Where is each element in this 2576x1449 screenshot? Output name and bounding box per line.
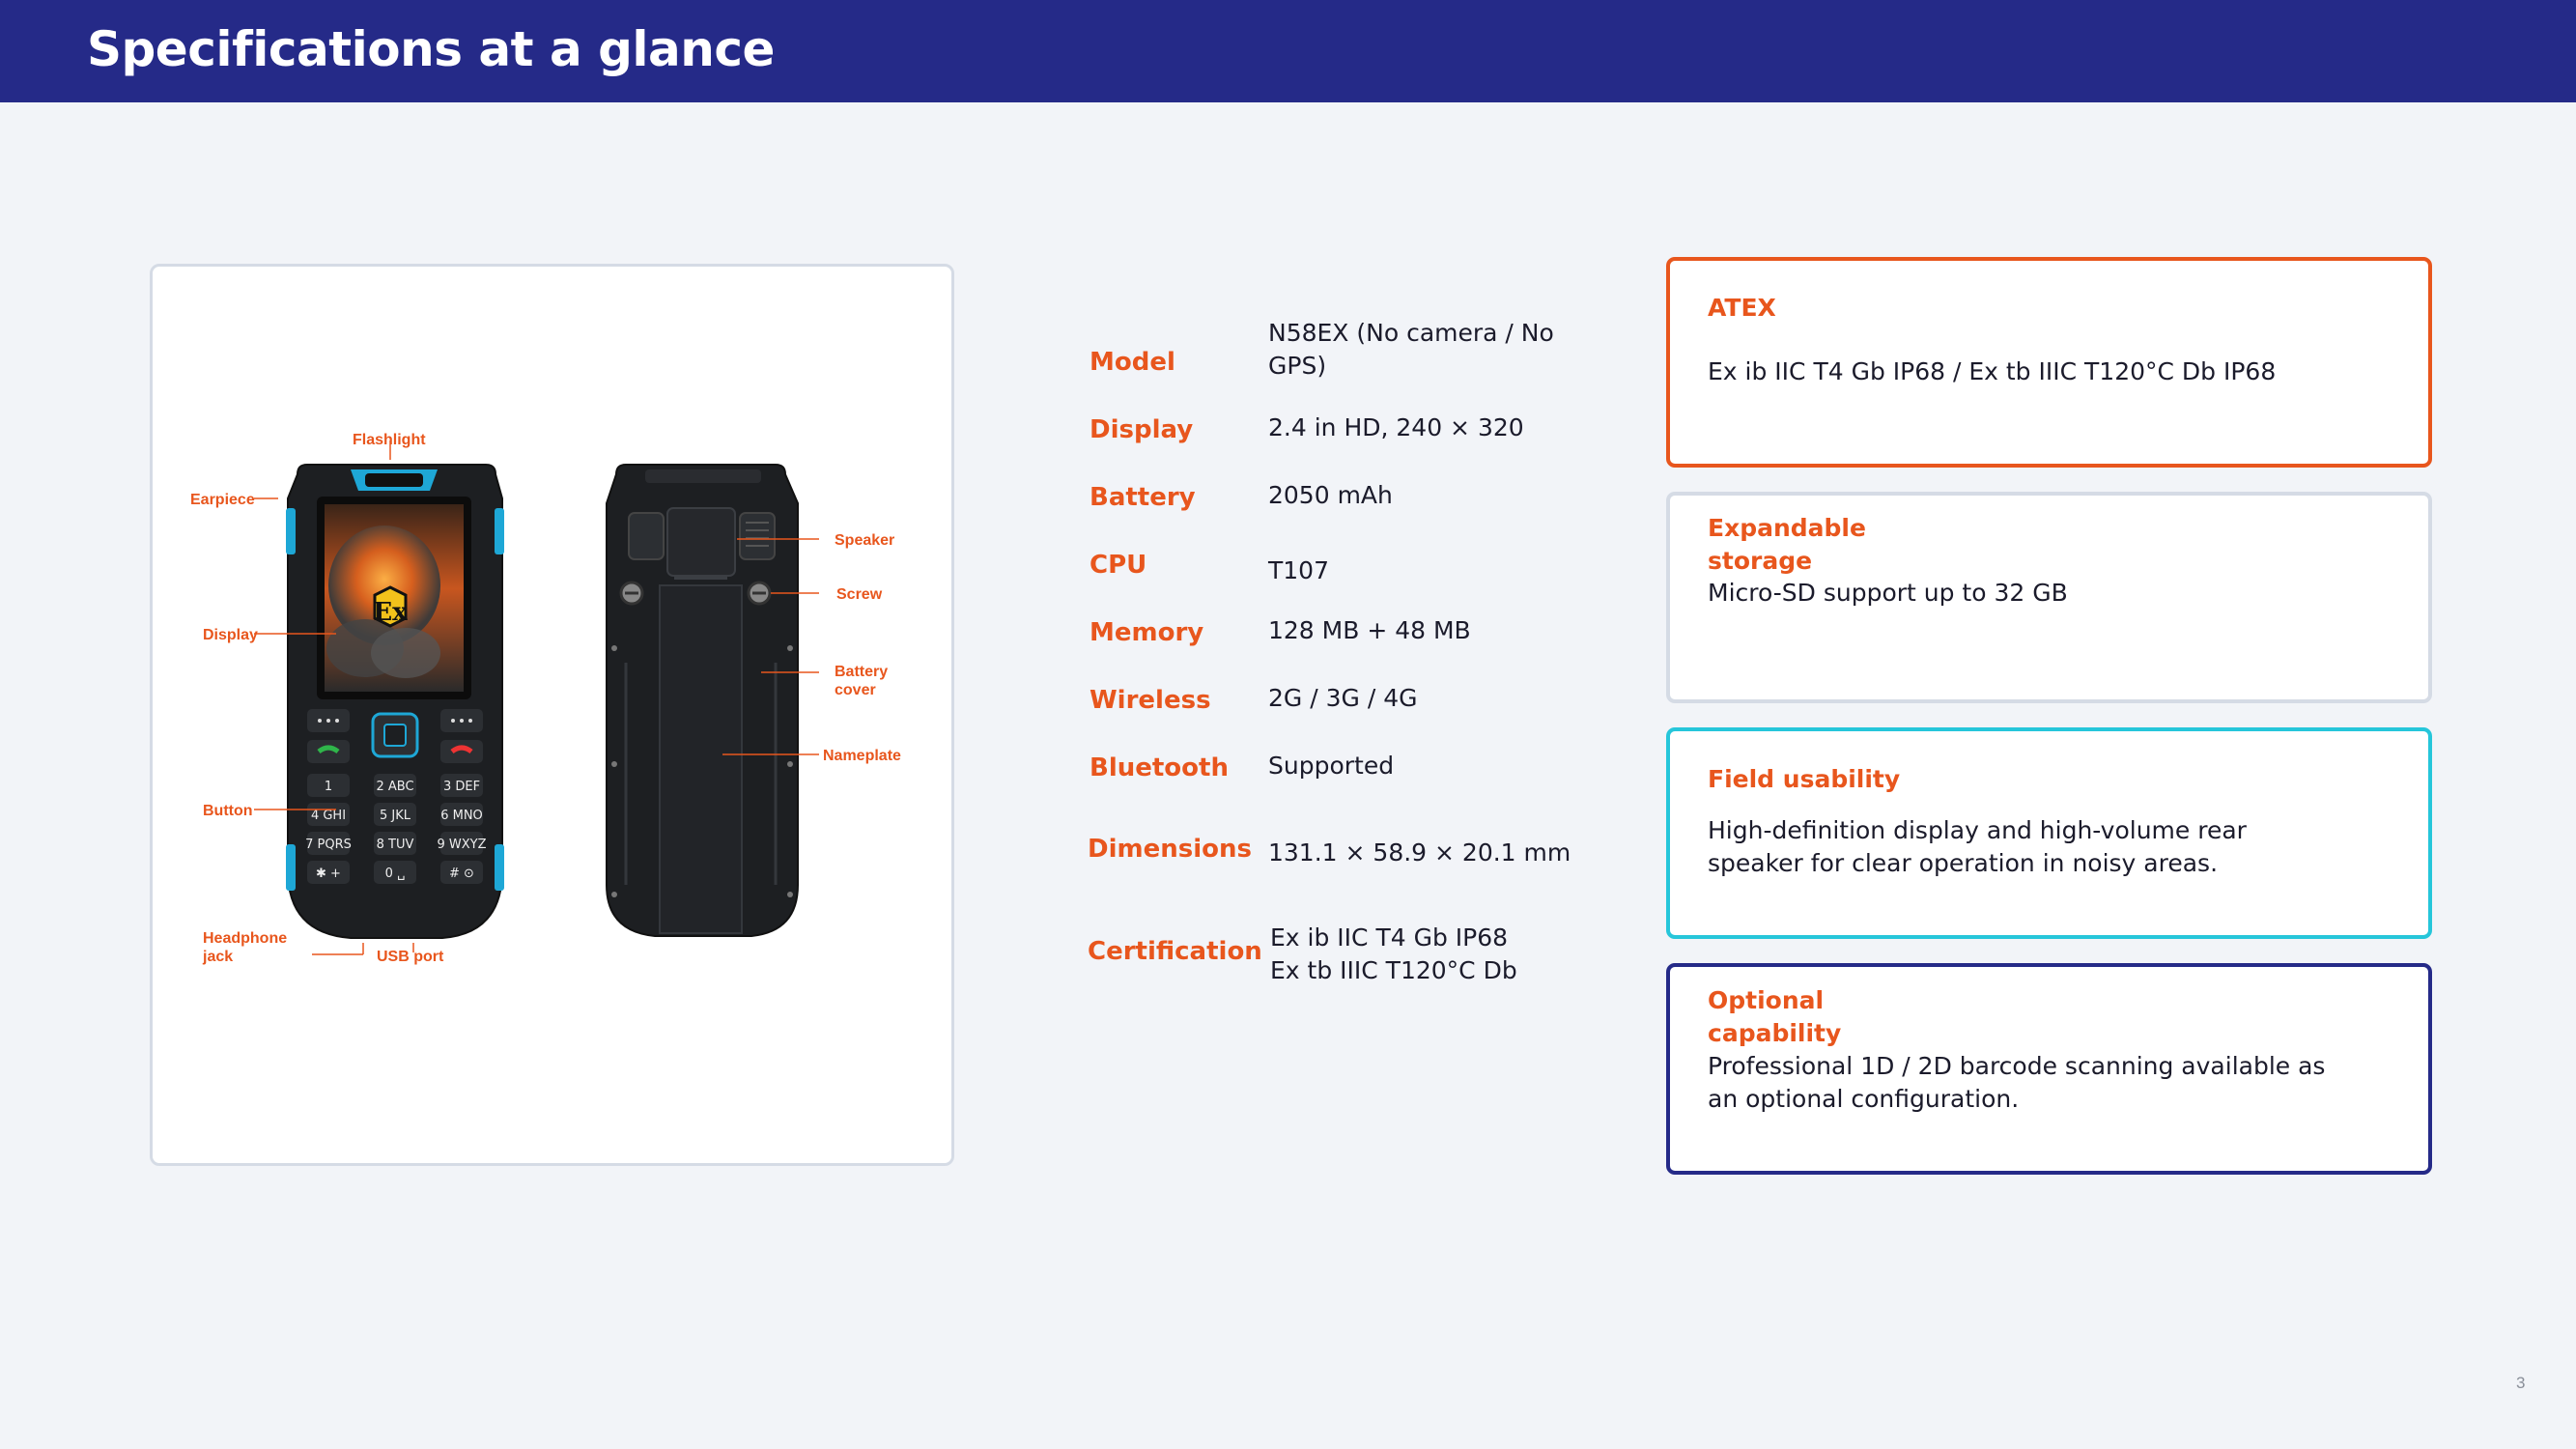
callout-earpiece: Earpiece xyxy=(190,492,255,508)
keypad-key-label: 4 GHI xyxy=(311,809,346,823)
keypad-key-label: 9 WXYZ xyxy=(437,838,486,852)
callout-button: Button xyxy=(203,803,253,819)
keypad-key-label: 7 PQRS xyxy=(305,838,352,852)
callout-usb-port: USB port xyxy=(377,949,444,965)
spec-value: N58EX (No camera / No GPS) xyxy=(1268,319,1554,380)
callout-flashlight: Flashlight xyxy=(353,432,426,448)
page-title: Specifications at a glance xyxy=(87,21,775,77)
keypad-key-label: # ⊙ xyxy=(449,867,474,881)
spec-value: 2.4 in HD, 240 × 320 xyxy=(1268,413,1524,441)
spec-label: CPU xyxy=(1090,551,1147,580)
callout-headphone-jack: Headphone jack xyxy=(203,930,288,965)
callout-display: Display xyxy=(203,627,258,643)
callout-battery-cover: Battery cover xyxy=(835,664,889,698)
feature-optional-capability: Optional capability Professional 1D / 2D… xyxy=(1666,963,2432,1175)
feature-body: Micro-SD support up to 32 GB xyxy=(1708,579,2068,607)
spec-label: Bluetooth xyxy=(1090,753,1229,782)
feature-field-usability: Field usability High-definition display … xyxy=(1666,727,2432,939)
spec-label: Display xyxy=(1090,415,1194,444)
spec-label: Memory xyxy=(1090,618,1204,647)
feature-atex: ATEX Ex ib IIC T4 Gb IP68 / Ex tb IIIC T… xyxy=(1666,257,2432,468)
callout-speaker: Speaker xyxy=(835,532,895,549)
keypad-key-label: ✱ + xyxy=(316,867,341,881)
spec-value: 128 MB + 48 MB xyxy=(1268,616,1471,644)
spec-value: 2G / 3G / 4G xyxy=(1268,684,1418,712)
spec-label: Model xyxy=(1090,348,1175,377)
keypad-key-label: 3 DEF xyxy=(443,780,480,794)
feature-title: Field usability xyxy=(1708,765,1901,793)
callout-screw: Screw xyxy=(836,586,883,603)
spec-label: Wireless xyxy=(1090,686,1211,715)
keypad-key-label: 8 TUV xyxy=(377,838,414,852)
keypad-key-label: 2 ABC xyxy=(376,780,413,794)
feature-title: Expandable storage xyxy=(1708,514,1866,575)
phone-back xyxy=(606,464,799,937)
feature-title: Optional capability xyxy=(1708,986,1842,1047)
feature-body: High-definition display and high-volume … xyxy=(1708,816,2247,877)
phone-front: Ex 1 2 ABC 3 DEF 4 GHI 5 JKL 6 MNO 7 PQRS 8 TUV… xyxy=(286,464,504,939)
keypad-key-label: 6 MNO xyxy=(440,809,483,823)
phone-diagram-card: Ex 1 2 ABC 3 DEF 4 GHI 5 JKL 6 MNO 7 PQRS 8 TUV… xyxy=(150,264,954,1166)
spec-value: 2050 mAh xyxy=(1268,481,1393,509)
spec-label: Certification xyxy=(1088,937,1262,966)
spec-label: Battery xyxy=(1090,483,1196,512)
keypad-key-label: 1 xyxy=(325,780,332,794)
ex-mark-text: Ex xyxy=(373,598,408,627)
spec-value: 131.1 × 58.9 × 20.1 mm xyxy=(1268,838,1571,867)
feature-body: Ex ib IIC T4 Gb IP68 / Ex tb IIIC T120°C… xyxy=(1708,357,2277,385)
feature-expandable-storage: Expandable storage Micro-SD support up t… xyxy=(1666,492,2432,703)
spec-value-line2: Ex tb IIIC T120°C Db xyxy=(1270,956,1517,984)
phone-diagram: Ex 1 2 ABC 3 DEF 4 GHI 5 JKL 6 MNO 7 PQRS 8 TUV… xyxy=(254,440,819,955)
spec-value: Supported xyxy=(1268,752,1395,780)
title-bar: Specifications at a glance xyxy=(0,0,2576,102)
feature-body: Professional 1D / 2D barcode scanning av… xyxy=(1708,1052,2326,1113)
spec-label: Dimensions xyxy=(1088,835,1252,864)
spec-value-line1: Ex ib IIC T4 Gb IP68 xyxy=(1270,923,1509,952)
page-number: 3 xyxy=(2516,1374,2526,1392)
callout-nameplate: Nameplate xyxy=(823,748,901,764)
keypad-key-label: 0 ␣ xyxy=(385,867,406,881)
keypad-key-label: 5 JKL xyxy=(380,809,411,823)
feature-title: ATEX xyxy=(1708,294,1776,322)
spec-value: T107 xyxy=(1268,556,1329,584)
